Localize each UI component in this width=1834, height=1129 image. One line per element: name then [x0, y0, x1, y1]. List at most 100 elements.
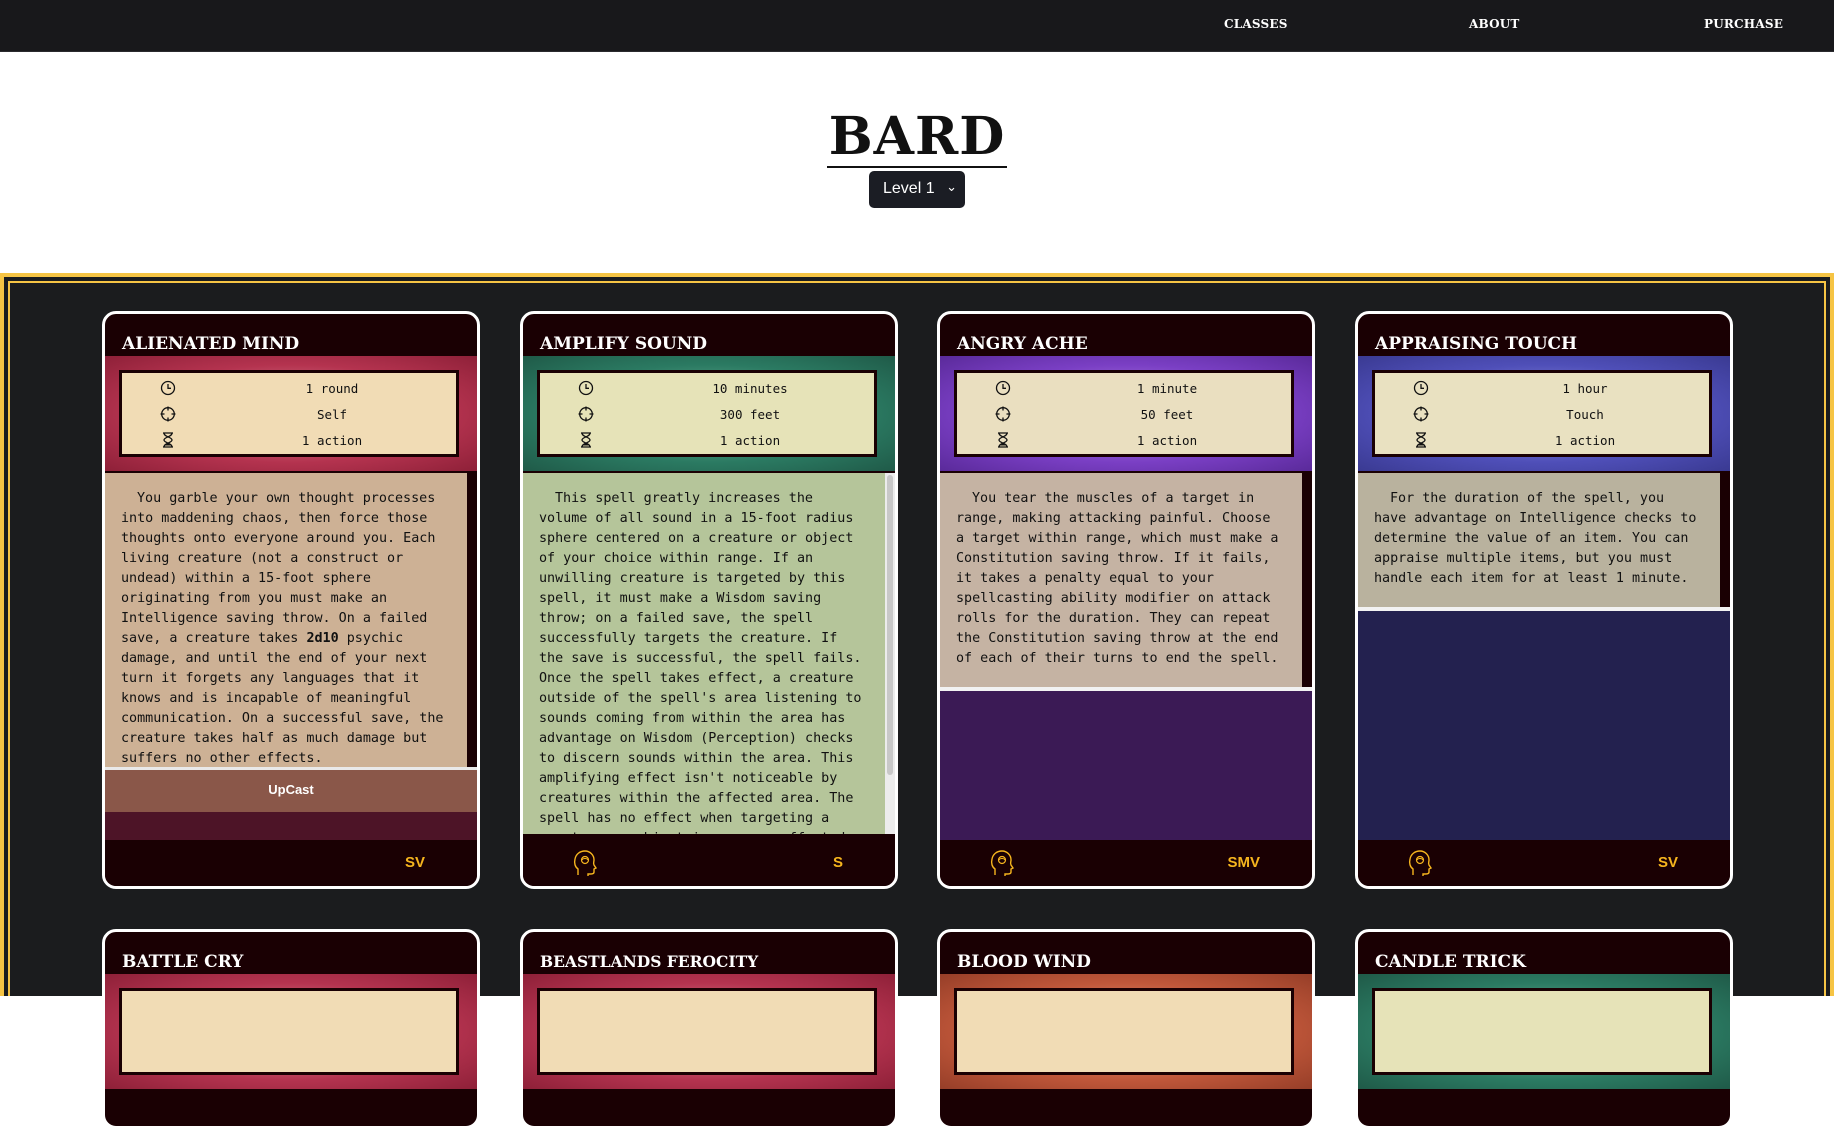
- spell-card[interactable]: BATTLE CRY: [102, 929, 480, 1129]
- spell-description: You tear the muscles of a target in rang…: [940, 473, 1302, 687]
- concentration-head-icon: [573, 850, 598, 876]
- duration-row: 1 hour: [1375, 379, 1709, 399]
- level-select[interactable]: Level 1 ⌄: [869, 171, 965, 208]
- description-text-cont: psychic damage, and until the end of you…: [121, 631, 444, 766]
- spell-name: CANDLE TRICK: [1375, 952, 1526, 972]
- spell-description[interactable]: This spell greatly increases the volume …: [523, 473, 885, 834]
- page-title: BARD: [826, 106, 1008, 168]
- duration-row: 1 round: [122, 379, 456, 399]
- stats-box: [119, 988, 459, 1075]
- range-value: Touch: [1566, 407, 1604, 422]
- clock-icon: [995, 380, 1011, 396]
- spell-name: APPRAISING TOUCH: [1375, 334, 1578, 354]
- range-value: 50 feet: [1140, 407, 1194, 422]
- hourglass-icon: [581, 432, 591, 448]
- card-fill: [1358, 611, 1730, 840]
- duration-value: 1 round: [305, 381, 359, 396]
- spell-card[interactable]: ALIENATED MIND 1 round Self 1 action You…: [102, 311, 480, 889]
- card-fill: [105, 812, 477, 840]
- page-title-wrap: BARD: [0, 106, 1834, 168]
- casting-time-value: 1 action: [719, 433, 781, 448]
- concentration-head-icon: [990, 850, 1015, 876]
- spell-name: BATTLE CRY: [122, 952, 244, 972]
- range-row: Self: [122, 405, 456, 425]
- spell-card[interactable]: BEASTLANDS FEROCITY: [520, 929, 898, 1129]
- stats-box: [537, 988, 877, 1075]
- spell-card[interactable]: ANGRY ACHE 1 minute 50 feet 1 action You…: [937, 311, 1315, 889]
- casting-time-value: 1 action: [1554, 433, 1616, 448]
- nav-purchase-link[interactable]: PURCHASE: [1704, 17, 1783, 31]
- range-row: 50 feet: [957, 405, 1291, 425]
- casting-time-row: 1 action: [122, 431, 456, 451]
- card-footer: SV: [1358, 840, 1730, 886]
- hourglass-icon: [998, 432, 1008, 448]
- hourglass-icon: [163, 432, 173, 448]
- duration-value: 1 minute: [1136, 381, 1198, 396]
- components-label: SV: [1657, 854, 1678, 871]
- top-navbar: CLASSES ABOUT PURCHASE: [0, 0, 1834, 52]
- clock-icon: [1413, 380, 1429, 396]
- casting-time-row: 1 action: [1375, 431, 1709, 451]
- range-value: Self: [316, 407, 348, 422]
- spell-card[interactable]: CANDLE TRICK: [1355, 929, 1733, 1129]
- level-select-value: Level 1: [883, 180, 935, 197]
- casting-time-row: 1 action: [957, 431, 1291, 451]
- stats-band: [105, 974, 477, 1089]
- casting-time-value: 1 action: [1136, 433, 1198, 448]
- card-footer: S: [523, 840, 895, 886]
- stats-box: 10 minutes 300 feet 1 action: [537, 370, 877, 457]
- stats-band: 1 minute 50 feet 1 action: [940, 356, 1312, 471]
- range-value: 300 feet: [719, 407, 781, 422]
- scrollbar-thumb[interactable]: [887, 475, 893, 775]
- crosshair-icon: [1413, 406, 1429, 422]
- range-row: 300 feet: [540, 405, 874, 425]
- stats-band: 10 minutes 300 feet 1 action: [523, 356, 895, 471]
- stats-box: 1 hour Touch 1 action: [1372, 370, 1712, 457]
- crosshair-icon: [995, 406, 1011, 422]
- card-footer: SMV: [940, 840, 1312, 886]
- components-label: SV: [404, 854, 425, 871]
- casting-time-row: 1 action: [540, 431, 874, 451]
- range-row: Touch: [1375, 405, 1709, 425]
- spell-card[interactable]: APPRAISING TOUCH 1 hour Touch 1 action F…: [1355, 311, 1733, 889]
- stats-band: [523, 974, 895, 1089]
- duration-value: 10 minutes: [712, 381, 788, 396]
- nav-classes-link[interactable]: CLASSES: [1224, 17, 1288, 31]
- card-footer: SV: [105, 840, 477, 886]
- description-scrollbar[interactable]: [885, 473, 895, 834]
- stats-box: 1 round Self 1 action: [119, 370, 459, 457]
- components-label: S: [832, 854, 843, 871]
- spell-card[interactable]: AMPLIFY SOUND 10 minutes 300 feet 1 acti…: [520, 311, 898, 889]
- duration-row: 10 minutes: [540, 379, 874, 399]
- spell-name: ALIENATED MIND: [122, 334, 300, 354]
- duration-row: 1 minute: [957, 379, 1291, 399]
- crosshair-icon: [160, 406, 176, 422]
- clock-icon: [160, 380, 176, 396]
- stats-band: 1 hour Touch 1 action: [1358, 356, 1730, 471]
- chevron-down-icon: ⌄: [946, 179, 957, 194]
- casting-time-value: 1 action: [301, 433, 363, 448]
- clock-icon: [578, 380, 594, 396]
- stats-box: 1 minute 50 feet 1 action: [954, 370, 1294, 457]
- spell-name: BLOOD WIND: [957, 952, 1091, 972]
- spell-name: ANGRY ACHE: [957, 334, 1088, 354]
- stats-band: 1 round Self 1 action: [105, 356, 477, 471]
- crosshair-icon: [578, 406, 594, 422]
- card-fill: [940, 691, 1312, 840]
- spell-name: BEASTLANDS FEROCITY: [540, 952, 759, 971]
- spell-name: AMPLIFY SOUND: [540, 334, 708, 354]
- spell-description: You garble your own thought processes in…: [105, 473, 467, 767]
- components-label: SMV: [1227, 854, 1260, 871]
- stats-box: [954, 988, 1294, 1075]
- description-text: You garble your own thought processes in…: [121, 491, 436, 646]
- damage-dice: 2d10: [306, 631, 339, 646]
- upcast-button[interactable]: UpCast: [105, 770, 477, 812]
- spell-description: For the duration of the spell, you have …: [1358, 473, 1720, 607]
- stats-band: [940, 974, 1312, 1089]
- spell-card[interactable]: BLOOD WIND: [937, 929, 1315, 1129]
- hourglass-icon: [1416, 432, 1426, 448]
- stats-band: [1358, 974, 1730, 1089]
- stats-box: [1372, 988, 1712, 1075]
- concentration-head-icon: [1408, 850, 1433, 876]
- nav-about-link[interactable]: ABOUT: [1469, 17, 1520, 31]
